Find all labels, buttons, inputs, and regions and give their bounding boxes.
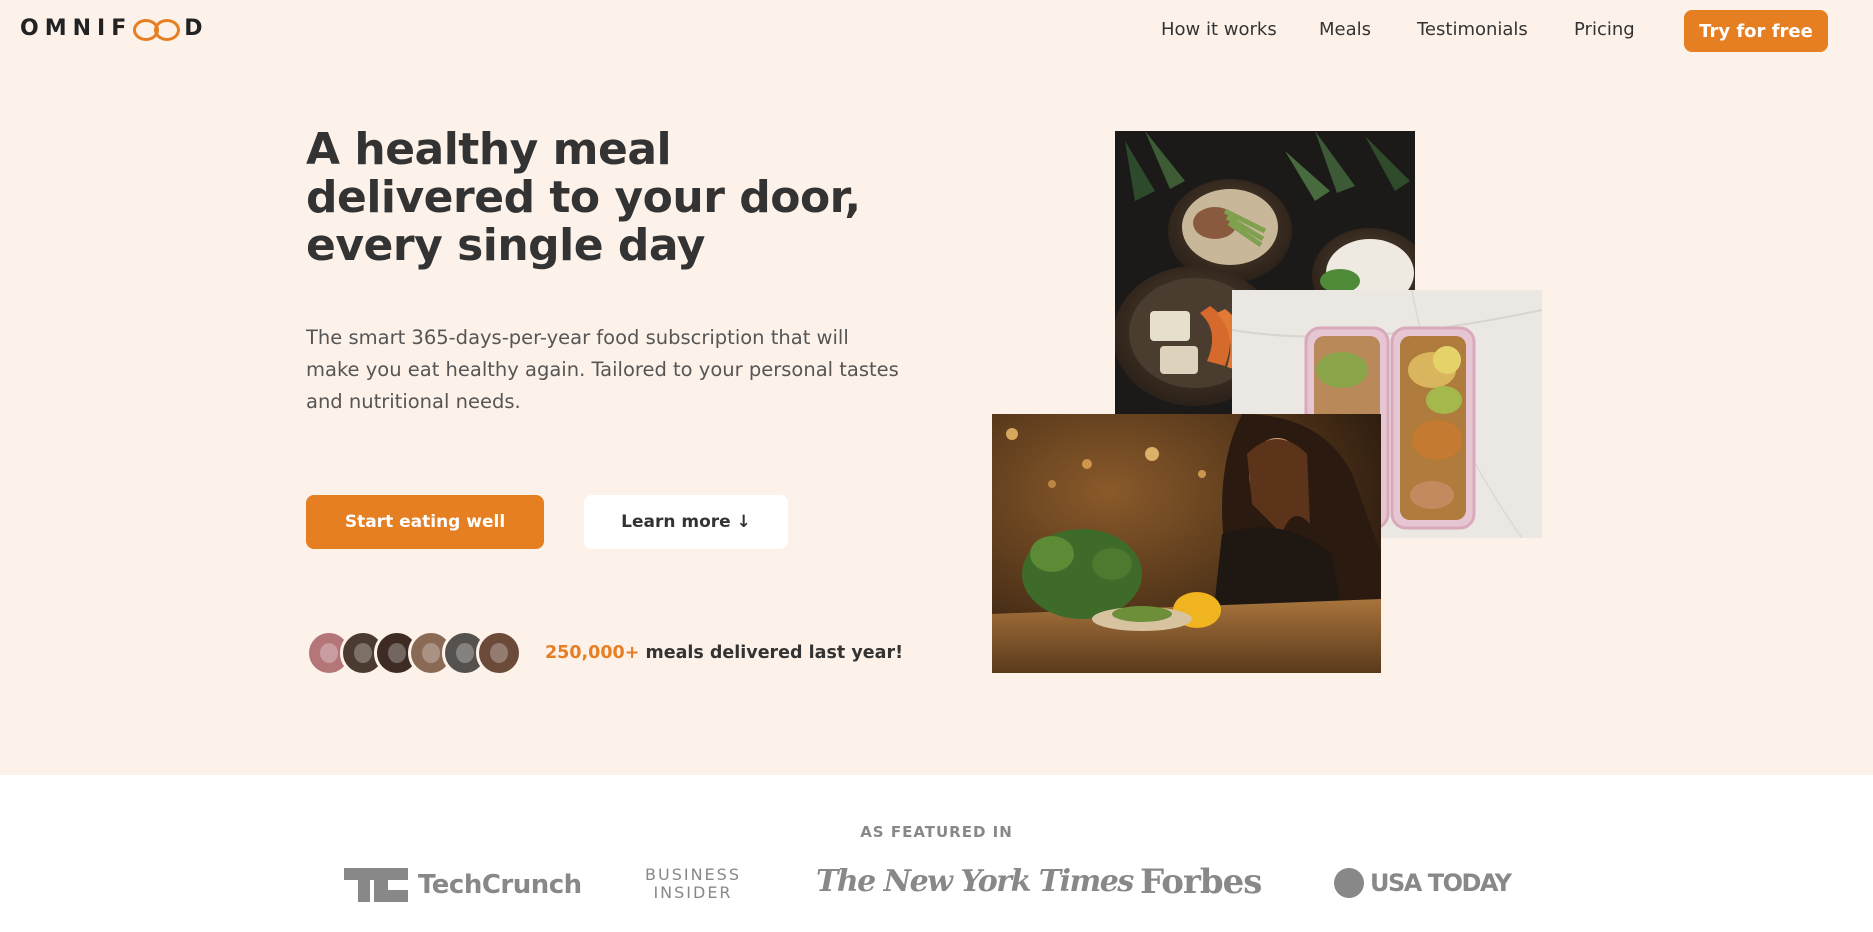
hero-section [0, 0, 1873, 775]
nav-meals[interactable]: Meals [1319, 19, 1371, 40]
learn-more-button[interactable]: Learn more ↓ [584, 495, 788, 549]
try-for-free-button[interactable]: Try for free [1684, 10, 1828, 52]
techcrunch-text: TechCrunch [418, 870, 582, 900]
nyt-logo: The New York Times [816, 864, 1134, 899]
usa-today-text: USA TODAY [1370, 869, 1512, 897]
techcrunch-logo: TechCrunch [344, 868, 582, 902]
nav-testimonials[interactable]: Testimonials [1417, 19, 1528, 40]
start-eating-well-button[interactable]: Start eating well [306, 495, 544, 549]
logo-text-left: OMNIF [20, 16, 133, 41]
business-insider-logo: BUSINESS INSIDER [638, 866, 748, 902]
hero-title: A healthy meal delivered to your door, e… [306, 124, 861, 271]
forbes-logo: Forbes [1140, 862, 1262, 902]
meals-delivered-text: 250,000+ meals delivered last year! [545, 643, 903, 663]
logo-text-right: D [184, 16, 209, 41]
featured-label: AS FEATURED IN [860, 823, 1013, 841]
delivered-count: 250,000+ [545, 643, 640, 663]
usa-today-logo: USA TODAY [1334, 868, 1512, 898]
hero-description: The smart 365-days-per-year food subscri… [306, 326, 899, 413]
avatar [476, 630, 522, 676]
nav-how-it-works[interactable]: How it works [1161, 19, 1277, 40]
delivered-label: meals delivered last year! [639, 643, 904, 663]
usa-today-dot-icon [1334, 868, 1364, 898]
featured-section [0, 775, 1873, 932]
nav-pricing[interactable]: Pricing [1574, 19, 1635, 40]
logo[interactable]: OMNIF D [20, 16, 209, 41]
logo-infinity-icon [133, 18, 181, 41]
techcrunch-icon [344, 868, 408, 902]
business-insider-line1: BUSINESS [645, 865, 741, 884]
woman-eating-photo [992, 414, 1381, 673]
business-insider-line2: INSIDER [653, 883, 733, 902]
